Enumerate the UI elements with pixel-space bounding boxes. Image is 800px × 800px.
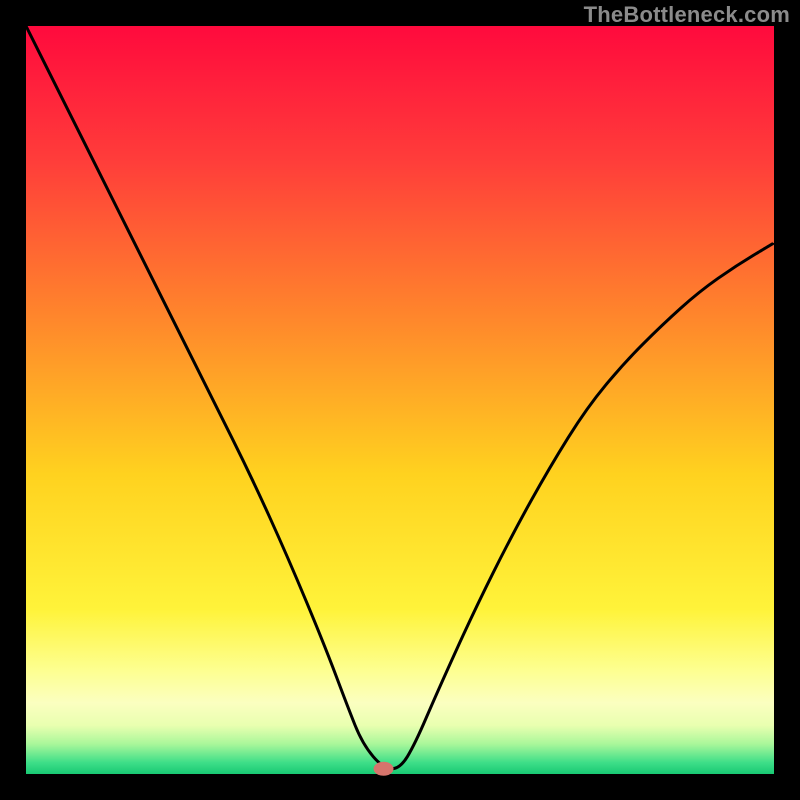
chart-frame: TheBottleneck.com — [0, 0, 800, 800]
optimal-point-marker — [374, 762, 394, 776]
plot-background — [26, 26, 774, 774]
bottleneck-chart — [0, 0, 800, 800]
